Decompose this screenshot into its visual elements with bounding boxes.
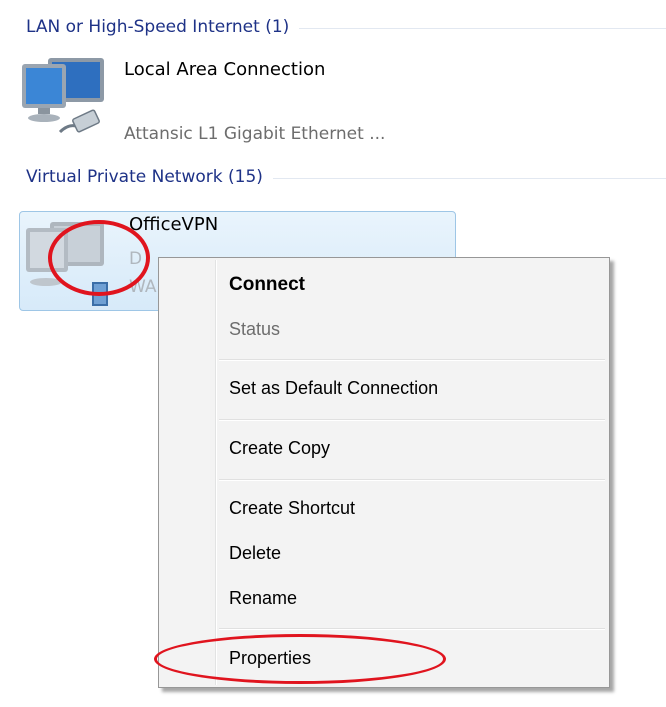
connection-name: Local Area Connection: [124, 59, 326, 80]
group-label-lan: LAN or High-Speed Internet (1): [26, 17, 290, 37]
menu-item-create-copy[interactable]: Create Copy: [229, 436, 330, 460]
menu-item-delete[interactable]: Delete: [229, 541, 281, 565]
connection-name: OfficeVPN: [129, 214, 219, 235]
group-divider: [272, 177, 666, 179]
menu-separator: [219, 479, 605, 481]
annotation-ellipse-icon: [48, 220, 150, 296]
menu-item-status: Status: [229, 319, 281, 339]
annotation-ellipse-properties: [154, 634, 446, 684]
menu-separator: [219, 419, 605, 421]
group-header-lan[interactable]: LAN or High-Speed Internet (1): [26, 14, 666, 40]
menu-item-connect[interactable]: Connect: [229, 273, 305, 297]
menu-separator: [219, 359, 605, 361]
menu-gutter: [215, 260, 217, 685]
menu-item-rename[interactable]: Rename: [229, 586, 297, 610]
adapter-name: Attansic L1 Gigabit Ethernet ...: [124, 124, 386, 144]
menu-item-create-shortcut[interactable]: Create Shortcut: [229, 496, 355, 520]
group-label-vpn: Virtual Private Network (15): [26, 167, 263, 187]
menu-item-set-default[interactable]: Set as Default Connection: [229, 376, 438, 400]
menu-separator: [219, 628, 605, 630]
context-menu: Connect Status Set as Default Connection…: [158, 257, 610, 688]
group-header-vpn[interactable]: Virtual Private Network (15): [26, 164, 666, 190]
ethernet-cable-icon: [58, 109, 100, 134]
group-divider: [299, 27, 666, 29]
